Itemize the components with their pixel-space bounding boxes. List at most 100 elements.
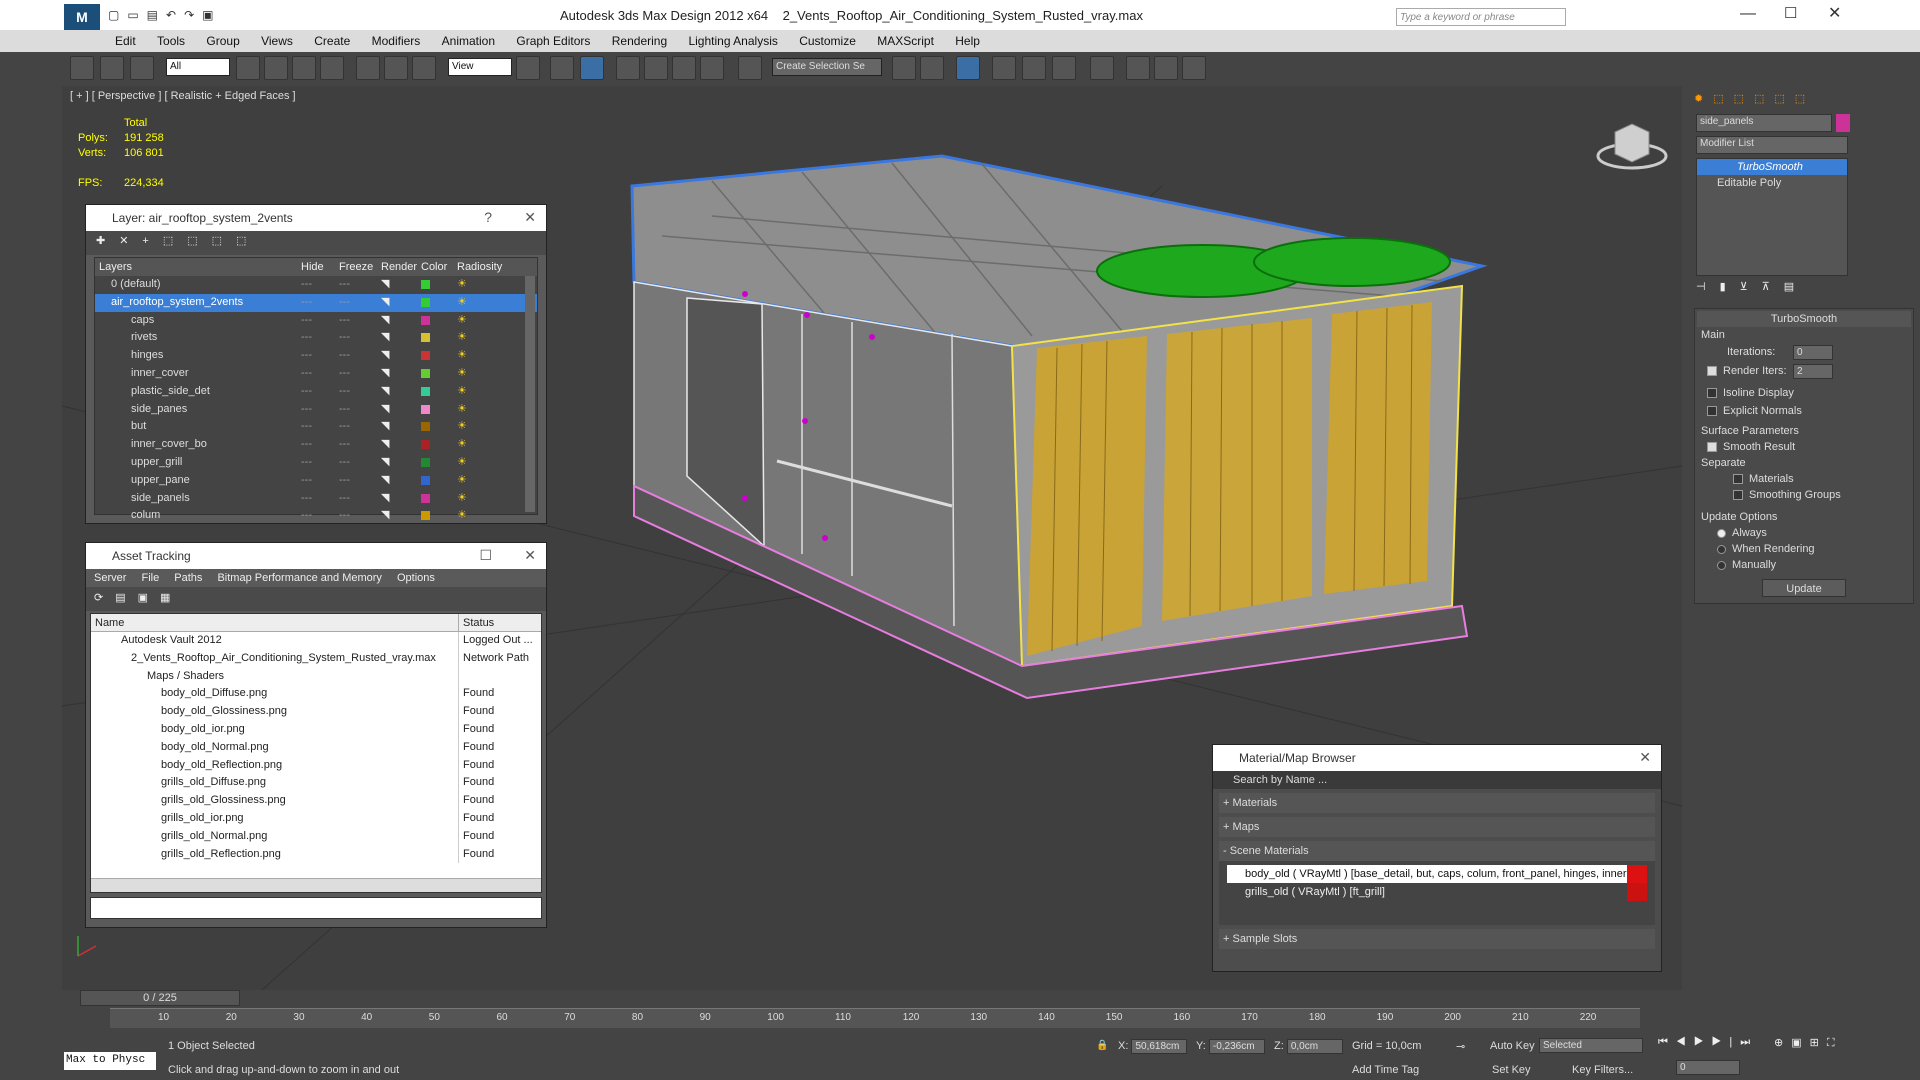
hide-toggle-icon[interactable]: --- <box>301 347 339 365</box>
menu-edit[interactable]: Edit <box>106 30 145 48</box>
layer-toolbar[interactable]: ✚✕+⬚⬚⬚⬚ <box>86 231 546 255</box>
layer-row[interactable]: plastic_side_det --- --- ◥ ☀ <box>95 383 537 401</box>
radiosity-icon[interactable]: ☀ <box>457 490 511 508</box>
section-maps[interactable]: + Maps <box>1219 817 1655 837</box>
freeze-toggle-icon[interactable]: --- <box>339 418 381 436</box>
radiosity-icon[interactable]: ☀ <box>457 401 511 419</box>
window-crossing-icon[interactable] <box>320 56 344 80</box>
hide-toggle-icon[interactable]: --- <box>301 383 339 401</box>
menu-tools[interactable]: Tools <box>148 30 194 48</box>
asset-menu-file[interactable]: File <box>141 572 159 584</box>
stack-controls[interactable]: ⊣▮⊻⊼▤ <box>1696 280 1912 300</box>
render-toggle-icon[interactable]: ◥ <box>381 294 421 312</box>
keyboard-shortcut-override-icon[interactable] <box>580 56 604 80</box>
hide-toggle-icon[interactable]: --- <box>301 365 339 383</box>
render-toggle-icon[interactable]: ◥ <box>381 329 421 347</box>
material-editor-icon[interactable] <box>1090 56 1114 80</box>
select-object-icon[interactable] <box>236 56 260 80</box>
bind-space-warp-icon[interactable] <box>130 56 154 80</box>
layer-row[interactable]: caps --- --- ◥ ☀ <box>95 312 537 330</box>
layer-color-swatch[interactable] <box>421 490 457 508</box>
material-browser-header[interactable]: Material/Map Browser ✕ <box>1213 745 1661 771</box>
asset-row[interactable]: Autodesk Vault 2012 Logged Out ... <box>91 632 541 650</box>
layer-color-swatch[interactable] <box>421 507 457 525</box>
hide-toggle-icon[interactable]: --- <box>301 490 339 508</box>
layer-color-swatch[interactable] <box>421 365 457 383</box>
freeze-toggle-icon[interactable]: --- <box>339 294 381 312</box>
asset-row[interactable]: grills_old_Glossiness.png Found <box>91 792 541 810</box>
layer-color-swatch[interactable] <box>421 383 457 401</box>
freeze-toggle-icon[interactable]: --- <box>339 472 381 490</box>
rendered-frame-window-icon[interactable] <box>1154 56 1178 80</box>
lock-selection-icon[interactable]: 🔒 <box>1096 1040 1108 1051</box>
layer-color-swatch[interactable] <box>421 329 457 347</box>
asset-menu-paths[interactable]: Paths <box>174 572 202 584</box>
menu-views[interactable]: Views <box>252 30 302 48</box>
layer-color-swatch[interactable] <box>421 436 457 454</box>
link-icon[interactable] <box>70 56 94 80</box>
hide-toggle-icon[interactable]: --- <box>301 472 339 490</box>
asset-row[interactable]: 2_Vents_Rooftop_Air_Conditioning_System_… <box>91 649 541 668</box>
asset-row[interactable]: body_old_ior.png Found <box>91 720 541 739</box>
set-key-button[interactable]: Set Key <box>1492 1064 1531 1076</box>
track-bar[interactable]: 10 20 30 40 50 60 70 80 90 100 110 120 130 140 150 160 1… <box>110 1008 1640 1028</box>
freeze-toggle-icon[interactable]: --- <box>339 312 381 330</box>
close-icon[interactable]: ✕ <box>524 547 536 564</box>
freeze-toggle-icon[interactable]: --- <box>339 436 381 454</box>
quick-access-toolbar[interactable]: ▢▭▤↶↷▣ <box>108 8 278 24</box>
object-name-field[interactable]: side_panels <box>1696 114 1832 132</box>
layer-color-swatch[interactable] <box>421 454 457 472</box>
object-color-swatch[interactable] <box>1836 114 1850 132</box>
select-manipulate-icon[interactable] <box>550 56 574 80</box>
named-selection-dropdown[interactable]: Create Selection Se <box>772 58 882 76</box>
unlink-icon[interactable] <box>100 56 124 80</box>
asset-row[interactable]: grills_old_Diffuse.png Found <box>91 774 541 793</box>
radiosity-icon[interactable]: ☀ <box>457 329 511 347</box>
radiosity-icon[interactable]: ☀ <box>457 347 511 365</box>
asset-menu-server[interactable]: Server <box>94 572 126 584</box>
freeze-toggle-icon[interactable]: --- <box>339 401 381 419</box>
smoothing-groups-checkbox[interactable] <box>1733 490 1743 501</box>
freeze-toggle-icon[interactable]: --- <box>339 347 381 365</box>
hide-toggle-icon[interactable]: --- <box>301 294 339 312</box>
stack-item-editable-poly[interactable]: Editable Poly <box>1697 175 1847 191</box>
layer-row[interactable]: inner_cover --- --- ◥ ☀ <box>95 365 537 383</box>
viewcube-icon[interactable] <box>1596 123 1668 170</box>
reference-coordinate-dropdown[interactable]: View <box>448 58 512 76</box>
separate-materials-checkbox[interactable] <box>1733 474 1743 485</box>
close-icon[interactable]: ✕ <box>524 209 536 226</box>
percent-snap-icon[interactable] <box>672 56 696 80</box>
manually-radio[interactable] <box>1717 560 1726 570</box>
menu-graph-editors[interactable]: Graph Editors <box>507 30 599 48</box>
viewport-navigation-controls[interactable]: ⊕▣⊞⛶ <box>1774 1036 1843 1050</box>
asset-row[interactable]: body_old_Glossiness.png Found <box>91 703 541 721</box>
scale-icon[interactable] <box>412 56 436 80</box>
column-name[interactable]: Name <box>91 614 459 631</box>
asset-row[interactable]: body_old_Reflection.png Found <box>91 756 541 775</box>
layer-row[interactable]: hinges --- --- ◥ ☀ <box>95 347 537 365</box>
column-render[interactable]: Render <box>381 258 421 276</box>
section-scene-materials[interactable]: - Scene Materials <box>1219 841 1655 861</box>
minimize-button[interactable]: — <box>1740 5 1756 23</box>
layer-row[interactable]: side_panes --- --- ◥ ☀ <box>95 401 537 419</box>
menu-customize[interactable]: Customize <box>790 30 865 48</box>
iterations-spinner[interactable]: 0 <box>1793 345 1833 360</box>
material-search-input[interactable]: Search by Name ... <box>1213 771 1661 789</box>
freeze-toggle-icon[interactable]: --- <box>339 276 381 294</box>
layer-panel-header[interactable]: Layer: air_rooftop_system_2vents ? ✕ <box>86 205 546 231</box>
layer-row[interactable]: inner_cover_bo --- --- ◥ ☀ <box>95 436 537 454</box>
asset-row[interactable]: grills_old_Reflection.png Found <box>91 845 541 864</box>
menu-help[interactable]: Help <box>946 30 989 48</box>
layer-row[interactable]: air_rooftop_system_2vents --- --- ◥ ☀ <box>95 293 537 312</box>
x-field[interactable]: 50,618cm <box>1131 1039 1188 1054</box>
layer-color-swatch[interactable] <box>421 294 457 312</box>
menu-animation[interactable]: Animation <box>433 30 504 48</box>
key-filters-button[interactable]: Key Filters... <box>1572 1064 1633 1076</box>
radiosity-icon[interactable]: ☀ <box>457 472 511 490</box>
current-frame-field[interactable]: 0 <box>1676 1060 1740 1075</box>
render-toggle-icon[interactable]: ◥ <box>381 507 421 525</box>
layer-color-swatch[interactable] <box>421 418 457 436</box>
selection-filter-dropdown[interactable]: All <box>166 58 230 76</box>
render-toggle-icon[interactable]: ◥ <box>381 347 421 365</box>
render-production-icon[interactable] <box>1182 56 1206 80</box>
